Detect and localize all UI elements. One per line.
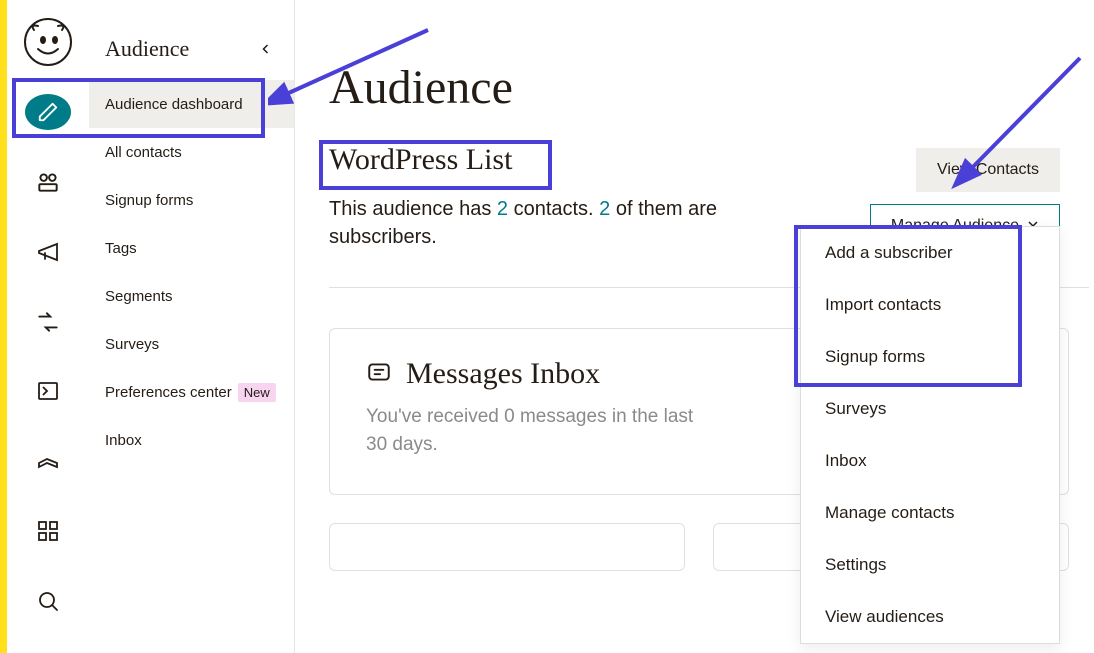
subnav-item-tags[interactable]: Tags <box>89 224 294 272</box>
subnav-item-label: All contacts <box>105 144 182 161</box>
card-body: You've received 0 messages in the last 3… <box>366 403 706 458</box>
stat-card <box>329 523 685 571</box>
subnav-item-preferences[interactable]: Preferences center New <box>89 368 294 416</box>
nav-content-icon[interactable] <box>25 443 71 479</box>
subnav-item-inbox[interactable]: Inbox <box>89 416 294 464</box>
dropdown-inbox[interactable]: Inbox <box>801 435 1059 487</box>
inbox-icon <box>366 359 392 390</box>
nav-audience-icon[interactable] <box>25 164 71 200</box>
collapse-subnav-icon[interactable] <box>256 35 276 64</box>
view-contacts-button[interactable]: View Contacts <box>916 148 1060 192</box>
subnav-item-segments[interactable]: Segments <box>89 272 294 320</box>
nav-integrations-icon[interactable] <box>25 513 71 549</box>
nav-search-icon[interactable] <box>25 583 71 619</box>
dropdown-import-contacts[interactable]: Import contacts <box>801 279 1059 331</box>
summary-text: This audience has <box>329 198 497 220</box>
subnav-item-contacts[interactable]: All contacts <box>89 128 294 176</box>
subnav-item-label: Surveys <box>105 336 159 353</box>
dropdown-manage-contacts[interactable]: Manage contacts <box>801 487 1059 539</box>
nav-website-icon[interactable] <box>25 374 71 410</box>
card-title: Messages Inbox <box>406 357 600 391</box>
subscribers-count: 2 <box>599 198 610 220</box>
mailchimp-logo[interactable] <box>24 18 72 66</box>
subnav-item-label: Preferences center <box>105 384 232 401</box>
subnav-item-label: Tags <box>105 240 137 257</box>
audience-list-name: WordPress List <box>329 143 512 177</box>
new-badge: New <box>238 383 276 402</box>
summary-text: contacts. <box>508 198 599 220</box>
accent-bar <box>0 0 7 653</box>
page-title: Audience <box>329 60 1094 115</box>
icon-rail <box>7 0 89 653</box>
audience-summary: This audience has 2 contacts. 2 of them … <box>329 195 769 251</box>
subnav-item-signup-forms[interactable]: Signup forms <box>89 176 294 224</box>
nav-campaigns-icon[interactable] <box>25 234 71 270</box>
subnav-item-label: Inbox <box>105 432 142 449</box>
nav-create-icon[interactable] <box>25 94 71 130</box>
subnav-title: Audience <box>105 36 189 62</box>
nav-automations-icon[interactable] <box>25 304 71 340</box>
subnav-item-dashboard[interactable]: Audience dashboard <box>89 80 294 128</box>
dropdown-signup-forms[interactable]: Signup forms <box>801 331 1059 383</box>
subnav-item-surveys[interactable]: Surveys <box>89 320 294 368</box>
dropdown-add-subscriber[interactable]: Add a subscriber <box>801 227 1059 279</box>
dropdown-settings[interactable]: Settings <box>801 539 1059 591</box>
subnav-item-label: Signup forms <box>105 192 193 209</box>
dropdown-surveys[interactable]: Surveys <box>801 383 1059 435</box>
contacts-count: 2 <box>497 198 508 220</box>
dropdown-view-audiences[interactable]: View audiences <box>801 591 1059 643</box>
manage-audience-dropdown: Add a subscriber Import contacts Signup … <box>800 226 1060 644</box>
subnav-item-label: Audience dashboard <box>105 96 243 113</box>
subnav: Audience Audience dashboard All contacts… <box>89 0 295 653</box>
subnav-item-label: Segments <box>105 288 173 305</box>
